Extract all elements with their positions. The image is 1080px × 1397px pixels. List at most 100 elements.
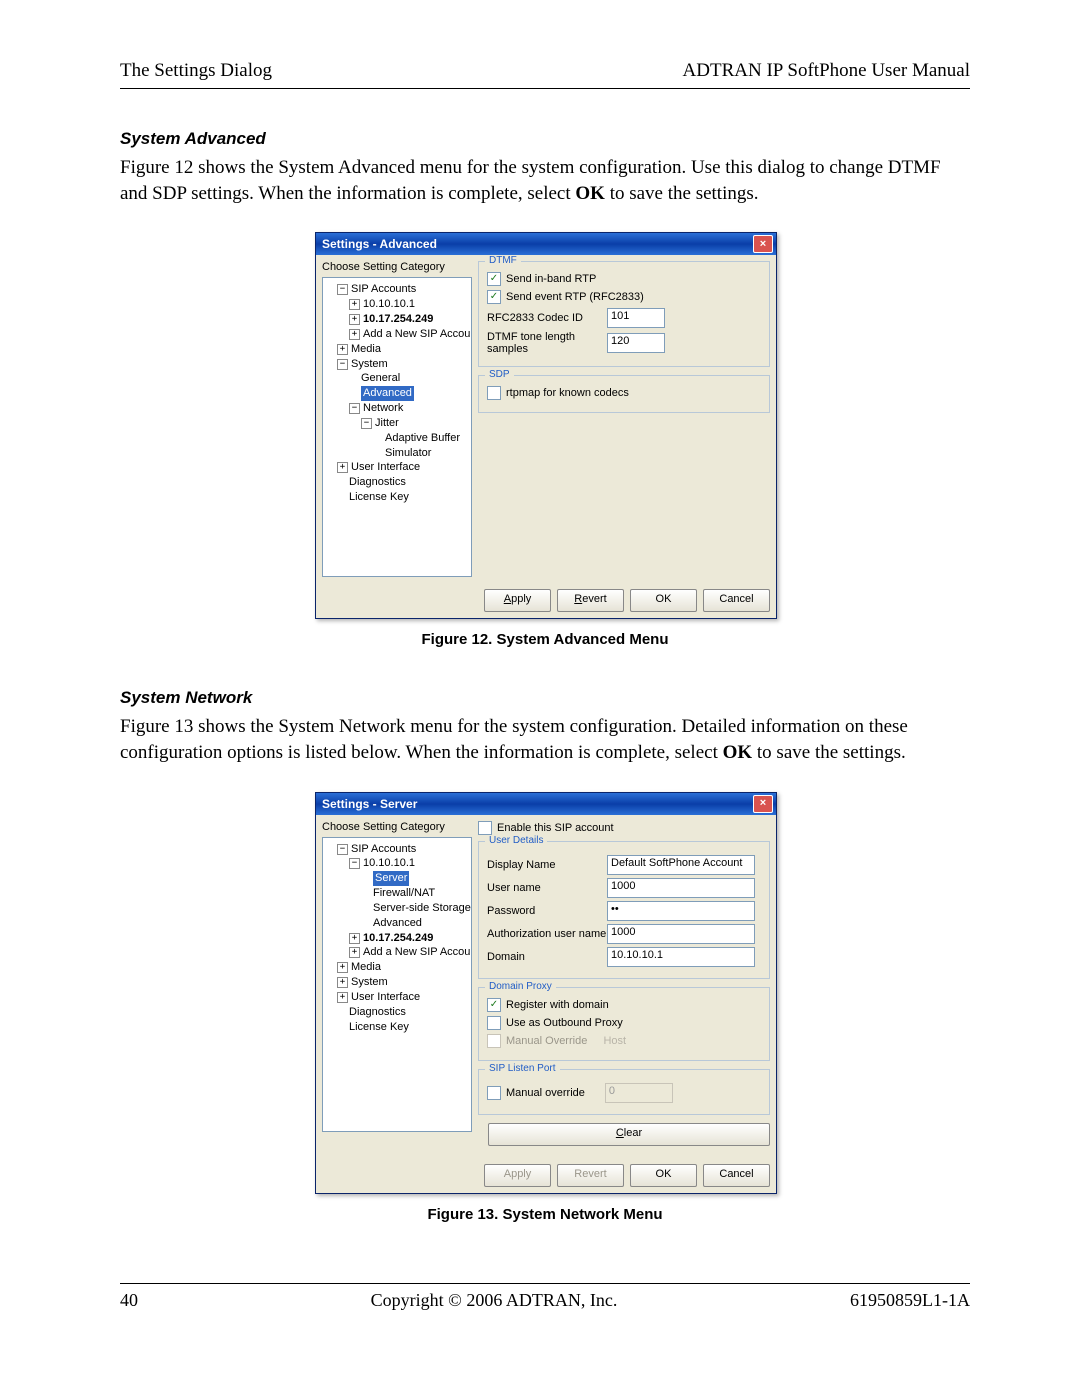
tree-network[interactable]: Network bbox=[363, 402, 403, 414]
checkbox-icon bbox=[487, 1034, 501, 1048]
chk-port-manual[interactable]: Manual override bbox=[487, 1086, 585, 1100]
close-icon[interactable]: × bbox=[753, 795, 773, 813]
checkbox-icon[interactable] bbox=[487, 386, 501, 400]
tree-system[interactable]: System bbox=[351, 976, 388, 988]
chk-inband[interactable]: Send in-band RTP bbox=[487, 272, 761, 286]
cancel-button[interactable]: Cancel bbox=[703, 1164, 770, 1187]
domain-label: Domain bbox=[487, 951, 607, 963]
header-left: The Settings Dialog bbox=[120, 60, 272, 82]
tree-diag[interactable]: Diagnostics bbox=[349, 1006, 406, 1018]
password-input[interactable]: •• bbox=[607, 901, 755, 921]
tree-general[interactable]: General bbox=[361, 372, 400, 384]
tree-ui[interactable]: User Interface bbox=[351, 991, 420, 1003]
chk-outbound[interactable]: Use as Outbound Proxy bbox=[487, 1016, 761, 1030]
footer-right: 61950859L1-1A bbox=[850, 1290, 970, 1311]
auth-input[interactable]: 1000 bbox=[607, 924, 755, 944]
checkbox-icon[interactable] bbox=[487, 272, 501, 286]
section1-bold: OK bbox=[575, 183, 605, 204]
section1-heading: System Advanced bbox=[120, 129, 970, 149]
checkbox-icon[interactable] bbox=[487, 1016, 501, 1030]
tree-sip[interactable]: SIP Accounts bbox=[351, 843, 416, 855]
button-row: Apply Revert OK Cancel bbox=[316, 583, 776, 618]
ok-button[interactable]: OK bbox=[630, 589, 697, 612]
legend-sdp: SDP bbox=[485, 369, 514, 380]
button-row: Apply Revert OK Cancel bbox=[316, 1158, 776, 1193]
auth-label: Authorization user name bbox=[487, 928, 607, 940]
header-right: ADTRAN IP SoftPhone User Manual bbox=[683, 60, 970, 82]
tone-len-input[interactable]: 120 bbox=[607, 333, 665, 353]
tree-a1[interactable]: 10.10.10.1 bbox=[363, 857, 415, 869]
section1-body: Figure 12 shows the System Advanced menu… bbox=[120, 155, 970, 206]
legend-user-details: User Details bbox=[485, 835, 547, 846]
cancel-button[interactable]: Cancel bbox=[703, 589, 770, 612]
tree-add[interactable]: Add a New SIP Account bbox=[363, 328, 472, 340]
group-dtmf: DTMF Send in-band RTP Send event RTP (RF… bbox=[478, 261, 770, 367]
checkbox-icon[interactable] bbox=[487, 1086, 501, 1100]
titlebar: Settings - Advanced × bbox=[316, 233, 776, 255]
figure13-caption: Figure 13. System Network Menu bbox=[315, 1206, 775, 1223]
domain-input[interactable]: 10.10.10.1 bbox=[607, 947, 755, 967]
tree-storage[interactable]: Server-side Storage bbox=[373, 902, 471, 914]
tree-jitter[interactable]: Jitter bbox=[375, 417, 399, 429]
tree-a2[interactable]: 10.17.254.249 bbox=[363, 313, 433, 325]
tree-media[interactable]: Media bbox=[351, 961, 381, 973]
tree-firewall[interactable]: Firewall/NAT bbox=[373, 887, 435, 899]
tree-lic[interactable]: License Key bbox=[349, 491, 409, 503]
dialog-title: Settings - Advanced bbox=[322, 237, 753, 251]
titlebar: Settings - Server × bbox=[316, 793, 776, 815]
settings-tree[interactable]: −SIP Accounts +10.10.10.1 +10.17.254.249… bbox=[322, 277, 472, 577]
footer-left: 40 bbox=[120, 1290, 138, 1311]
chk-register[interactable]: Register with domain bbox=[487, 998, 761, 1012]
tree-simulator[interactable]: Simulator bbox=[385, 447, 431, 459]
codec-id-input[interactable]: 101 bbox=[607, 308, 665, 328]
tree-server[interactable]: Server bbox=[373, 871, 409, 886]
apply-button[interactable]: Apply bbox=[484, 589, 551, 612]
chk-event[interactable]: Send event RTP (RFC2833) bbox=[487, 290, 761, 304]
manual-label: Manual Override bbox=[506, 1035, 587, 1047]
settings-tree[interactable]: −SIP Accounts −10.10.10.1 Server Firewal… bbox=[322, 837, 472, 1132]
legend-listen-port: SIP Listen Port bbox=[485, 1063, 560, 1074]
checkbox-icon[interactable] bbox=[487, 290, 501, 304]
user-name-label: User name bbox=[487, 882, 607, 894]
tree-sip[interactable]: SIP Accounts bbox=[351, 283, 416, 295]
checkbox-icon[interactable] bbox=[478, 821, 492, 835]
dialog-server: Settings - Server × Choose Setting Categ… bbox=[315, 792, 777, 1194]
page: The Settings Dialog ADTRAN IP SoftPhone … bbox=[0, 0, 1080, 1351]
tone-len-label: DTMF tone length samples bbox=[487, 331, 607, 355]
chk-manual-override: Manual Override Host bbox=[487, 1034, 761, 1048]
tree-media[interactable]: Media bbox=[351, 343, 381, 355]
tree-advanced[interactable]: Advanced bbox=[361, 386, 414, 401]
tree-diag[interactable]: Diagnostics bbox=[349, 476, 406, 488]
group-domain-proxy: Domain Proxy Register with domain Use as… bbox=[478, 987, 770, 1061]
tree-ui[interactable]: User Interface bbox=[351, 461, 420, 473]
tree-a2[interactable]: 10.17.254.249 bbox=[363, 932, 433, 944]
tree-advanced[interactable]: Advanced bbox=[373, 917, 422, 929]
group-user-details: User Details Display NameDefault SoftPho… bbox=[478, 841, 770, 979]
section1-text-a: Figure 12 shows the System Advanced menu… bbox=[120, 157, 941, 204]
dialog-title: Settings - Server bbox=[322, 797, 753, 811]
chk-rtpmap[interactable]: rtpmap for known codecs bbox=[487, 386, 761, 400]
chk-enable[interactable]: Enable this SIP account bbox=[478, 821, 770, 835]
section2-bold: OK bbox=[723, 742, 753, 763]
display-name-label: Display Name bbox=[487, 859, 607, 871]
page-footer: 40 Copyright © 2006 ADTRAN, Inc. 6195085… bbox=[120, 1283, 970, 1311]
tree-system[interactable]: System bbox=[351, 358, 388, 370]
chk-event-label: Send event RTP (RFC2833) bbox=[506, 291, 644, 303]
revert-button[interactable]: Revert bbox=[557, 589, 624, 612]
display-name-input[interactable]: Default SoftPhone Account bbox=[607, 855, 755, 875]
group-sdp: SDP rtpmap for known codecs bbox=[478, 375, 770, 413]
chk-inband-label: Send in-band RTP bbox=[506, 273, 596, 285]
chk-outbound-label: Use as Outbound Proxy bbox=[506, 1017, 623, 1029]
tree-a1[interactable]: 10.10.10.1 bbox=[363, 298, 415, 310]
group-listen-port: SIP Listen Port Manual override 0 bbox=[478, 1069, 770, 1115]
user-name-input[interactable]: 1000 bbox=[607, 878, 755, 898]
close-icon[interactable]: × bbox=[753, 235, 773, 253]
checkbox-icon[interactable] bbox=[487, 998, 501, 1012]
tree-adaptive[interactable]: Adaptive Buffer bbox=[385, 432, 460, 444]
chk-enable-label: Enable this SIP account bbox=[497, 822, 614, 834]
ok-button[interactable]: OK bbox=[630, 1164, 697, 1187]
section2-body: Figure 13 shows the System Network menu … bbox=[120, 714, 970, 765]
tree-lic[interactable]: License Key bbox=[349, 1021, 409, 1033]
tree-add[interactable]: Add a New SIP Account bbox=[363, 946, 472, 958]
clear-button[interactable]: Clear bbox=[488, 1123, 770, 1146]
